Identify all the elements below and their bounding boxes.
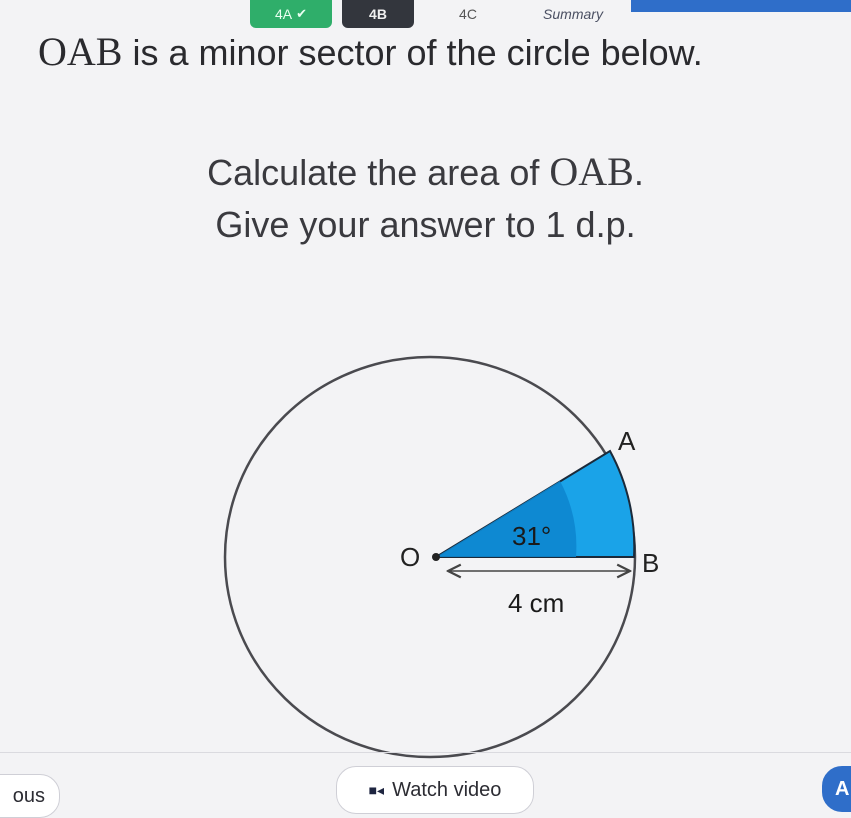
watch-video-label: Watch video xyxy=(392,778,502,801)
tab-summary[interactable]: Summary xyxy=(518,0,628,28)
question-precision: Give your answer to 1 d.p. xyxy=(0,204,851,246)
video-camera-icon: ■◂ xyxy=(368,781,385,798)
question-instruction-end: . xyxy=(633,152,644,193)
question-precision-text: Give your answer to 1 d.p. xyxy=(215,204,636,245)
question-instruction-text: Calculate the area of xyxy=(207,152,550,193)
question-instruction: Calculate the area of OAB. xyxy=(0,148,851,195)
previous-button-label: ous xyxy=(12,784,45,807)
watch-video-button[interactable]: ■◂ Watch video xyxy=(336,766,534,814)
header-accent-bar xyxy=(631,0,851,12)
angle-fill xyxy=(436,481,577,557)
tab-4c-label: 4C xyxy=(459,6,477,22)
tab-4b-label: 4B xyxy=(369,6,387,22)
sector-diagram: 31° O A B 4 cm xyxy=(223,355,659,759)
previous-button[interactable]: ous xyxy=(0,774,60,818)
tab-4c[interactable]: 4C xyxy=(440,0,496,28)
question-instruction-math: OAB xyxy=(549,149,634,194)
center-label: O xyxy=(400,542,420,572)
center-point xyxy=(432,553,440,561)
next-button[interactable]: A xyxy=(822,766,851,812)
next-button-label: A xyxy=(835,777,850,800)
radius-label: 4 cm xyxy=(508,588,564,618)
footer-divider xyxy=(0,752,851,753)
angle-label: 31° xyxy=(512,521,551,551)
tab-summary-label: Summary xyxy=(543,6,603,22)
point-a-label: A xyxy=(618,426,636,456)
tab-4a[interactable]: 4A ✔ xyxy=(250,0,332,28)
tab-4b[interactable]: 4B xyxy=(342,0,414,28)
check-icon: ✔ xyxy=(296,6,308,21)
tab-4a-label: 4A xyxy=(274,6,293,22)
question-title-text: is a minor sector of the circle below. xyxy=(122,32,703,73)
question-title: OAB is a minor sector of the circle belo… xyxy=(38,28,703,75)
point-b-label: B xyxy=(642,548,659,578)
question-title-math: OAB xyxy=(38,29,123,74)
